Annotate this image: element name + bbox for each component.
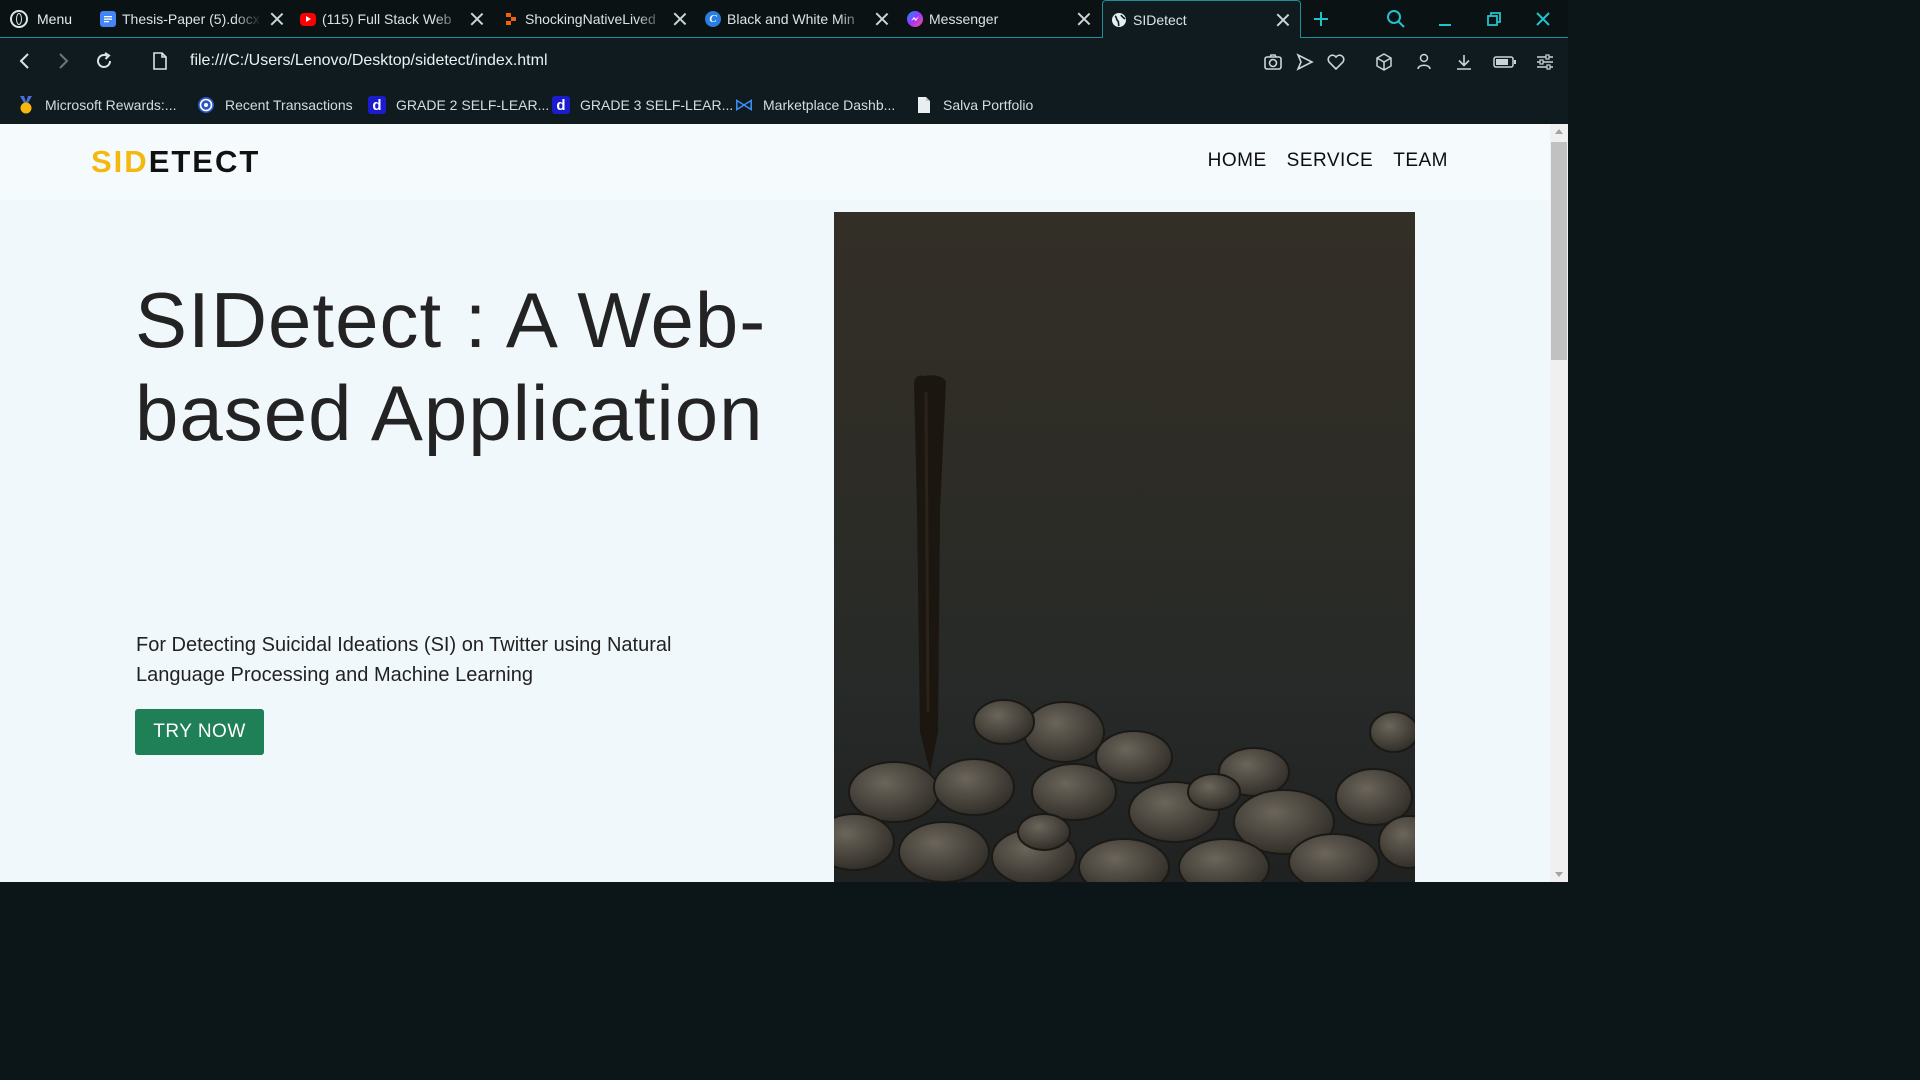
tab-messenger[interactable]: Messenger — [907, 0, 1093, 38]
tab-thesis-paper[interactable]: Thesis-Paper (5).docx — [100, 0, 286, 38]
logo-accent-text: SID — [91, 144, 149, 179]
medal-icon — [17, 96, 35, 114]
file-page-icon — [153, 52, 167, 70]
logo-rest-text: ETECT — [148, 144, 261, 179]
nav-link-service[interactable]: SERVICE — [1287, 150, 1374, 172]
tab-title: Black and White Min — [727, 11, 855, 27]
bookmark-label: Salva Portfolio — [943, 97, 1034, 113]
bookmark-label: Microsoft Rewards:... — [45, 97, 177, 113]
close-icon — [1536, 12, 1550, 26]
battery-saver-icon[interactable] — [1493, 54, 1517, 70]
browser-menu-button[interactable]: Menu — [10, 8, 72, 30]
tab-youtube[interactable]: (115) Full Stack Web — [300, 0, 486, 38]
address-input[interactable]: file:///C:/Users/Lenovo/Desktop/sidetect… — [190, 52, 548, 70]
restore-icon — [1487, 12, 1501, 26]
canva-icon: C — [705, 11, 721, 27]
address-bar-row: file:///C:/Users/Lenovo/Desktop/sidetect… — [0, 38, 1568, 86]
bookmark-label: GRADE 3 SELF-LEAR... — [580, 97, 734, 113]
reload-icon[interactable] — [94, 51, 114, 71]
close-tab-icon[interactable] — [268, 10, 286, 28]
tab-title: ShockingNativeLived — [525, 11, 656, 27]
new-tab-button[interactable] — [1301, 0, 1341, 38]
hero-image — [834, 212, 1415, 882]
bookmark-label: Recent Transactions — [225, 97, 353, 113]
hero-title: SIDetect : A Web-based Application — [135, 276, 767, 457]
coins-icon — [197, 96, 215, 114]
bookmark-salva-portfolio[interactable]: Salva Portfolio — [915, 94, 1033, 116]
tab-title: Messenger — [929, 11, 999, 27]
scroll-down-arrow-icon[interactable] — [1555, 872, 1563, 877]
easy-setup-icon[interactable] — [1536, 53, 1554, 71]
extensions-cube-icon[interactable] — [1374, 52, 1394, 72]
heart-icon[interactable] — [1326, 53, 1346, 71]
tab-title: Thesis-Paper (5).docx — [122, 11, 260, 27]
camera-icon[interactable] — [1263, 53, 1283, 71]
profile-icon[interactable] — [1415, 52, 1433, 72]
bookmark-label: Marketplace Dashb... — [763, 97, 896, 113]
nav-link-team[interactable]: TEAM — [1393, 150, 1448, 172]
visual-studio-icon — [735, 96, 753, 114]
close-tab-icon[interactable] — [1274, 11, 1292, 29]
d-icon: d — [552, 96, 570, 114]
google-docs-icon — [100, 11, 116, 27]
web-page-viewport: SIDETECT HOME SERVICE TEAM SIDetect : A … — [0, 124, 1550, 882]
opera-logo-icon — [10, 10, 28, 28]
site-navbar: SIDETECT HOME SERVICE TEAM — [0, 124, 1550, 200]
browser-tab-bar: Menu Thesis-Paper (5).docx (115) Full St… — [0, 0, 1568, 39]
bookmark-grade-3[interactable]: d GRADE 3 SELF-LEAR... — [552, 94, 733, 116]
back-arrow-icon[interactable] — [16, 52, 34, 70]
bookmark-recent-transactions[interactable]: Recent Transactions — [197, 94, 353, 116]
minimize-button[interactable] — [1425, 0, 1465, 38]
search-icon — [1387, 10, 1405, 28]
scroll-up-arrow-icon[interactable] — [1555, 129, 1563, 134]
replit-icon — [503, 11, 519, 27]
bookmark-marketplace-dashboard[interactable]: Marketplace Dashb... — [735, 94, 895, 116]
site-nav-links: HOME SERVICE TEAM — [1208, 150, 1448, 172]
restore-button[interactable] — [1474, 0, 1514, 38]
scrollbar-thumb[interactable] — [1551, 142, 1567, 360]
browser-menu-label: Menu — [37, 11, 73, 27]
close-tab-icon[interactable] — [1075, 10, 1093, 28]
forward-arrow-icon[interactable] — [54, 52, 72, 70]
messenger-icon — [907, 11, 923, 27]
bookmark-grade-2[interactable]: d GRADE 2 SELF-LEAR... — [368, 94, 549, 116]
minimize-icon — [1439, 24, 1451, 26]
tab-title: (115) Full Stack Web — [322, 11, 452, 27]
bookmark-label: GRADE 2 SELF-LEAR... — [396, 97, 550, 113]
tab-replit[interactable]: ShockingNativeLived — [503, 0, 689, 38]
tab-canva[interactable]: C Black and White Min — [705, 0, 891, 38]
bookmark-microsoft-rewards[interactable]: Microsoft Rewards:... — [17, 94, 176, 116]
nav-link-home[interactable]: HOME — [1208, 150, 1267, 172]
site-logo[interactable]: SIDETECT — [91, 144, 260, 180]
tab-sidetect[interactable]: SIDetect — [1102, 0, 1301, 39]
d-icon: d — [368, 96, 386, 114]
file-icon — [915, 96, 933, 114]
close-tab-icon[interactable] — [468, 10, 486, 28]
close-tab-icon[interactable] — [873, 10, 891, 28]
download-icon[interactable] — [1454, 52, 1474, 72]
send-icon[interactable] — [1296, 53, 1314, 71]
close-tab-icon[interactable] — [671, 10, 689, 28]
close-window-button[interactable] — [1523, 0, 1563, 38]
tab-title: SIDetect — [1133, 12, 1187, 28]
youtube-icon — [300, 12, 316, 26]
page-scrollbar[interactable] — [1550, 124, 1568, 882]
bookmarks-bar: Microsoft Rewards:... Recent Transaction… — [0, 86, 1568, 124]
try-now-button[interactable]: TRY NOW — [135, 709, 264, 755]
globe-icon — [1111, 12, 1127, 28]
hero-subtitle: For Detecting Suicidal Ideations (SI) on… — [136, 634, 672, 686]
search-tabs-button[interactable] — [1376, 0, 1416, 38]
